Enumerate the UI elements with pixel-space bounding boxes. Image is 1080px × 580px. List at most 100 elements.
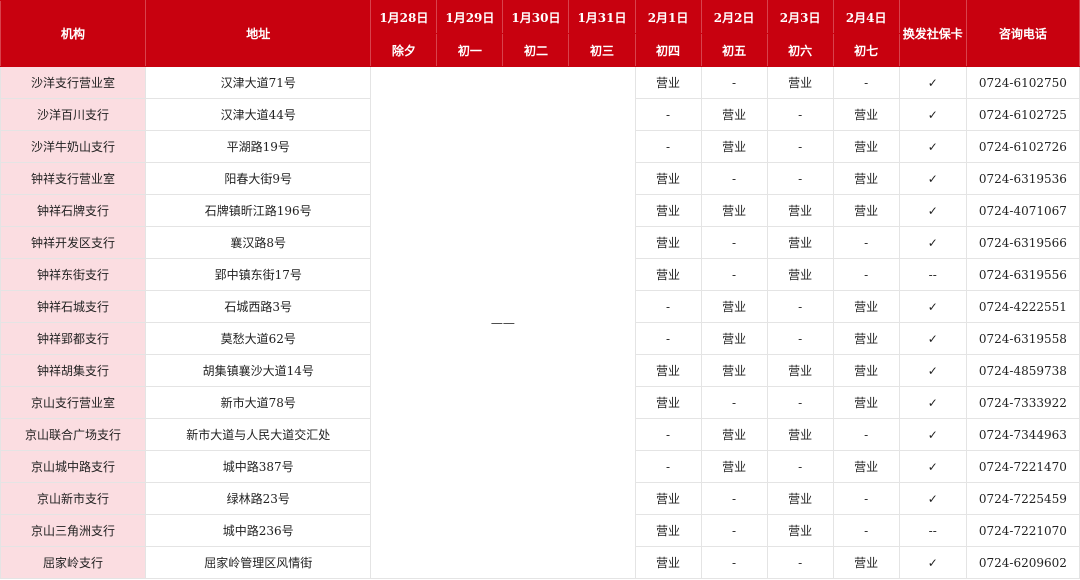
phone-cell: 0724-6209602 [965,546,1080,579]
day-status-cell: 营业 [634,194,702,227]
card-cell: ✓ [898,98,967,131]
header-date: 2月3日 [766,0,834,34]
day-status-cell: 营业 [766,194,834,227]
day-status-cell: - [700,226,768,259]
header-date: 2月4日 [832,0,900,34]
org-cell: 京山新市支行 [0,482,147,515]
address-cell: 汉津大道71号 [145,66,372,99]
day-status-cell: 营业 [634,482,702,515]
card-cell: ✓ [898,386,967,419]
address-cell: 襄汉路8号 [145,226,372,259]
phone-cell: 0724-6319558 [965,322,1080,355]
phone-cell: 0724-4071067 [965,194,1080,227]
card-cell: ✓ [898,418,967,451]
address-cell: 新市大道与人民大道交汇处 [145,418,372,451]
day-status-cell: - [634,322,702,355]
day-status-cell: - [832,514,900,547]
day-status-cell: 营业 [700,418,768,451]
org-cell: 京山联合广场支行 [0,418,147,451]
address-cell: 城中路387号 [145,450,372,483]
day-status-cell: - [832,482,900,515]
header-day: 初五 [700,33,768,67]
org-cell: 京山城中路支行 [0,450,147,483]
phone-cell: 0724-6102750 [965,66,1080,99]
header-address: 地址 [145,0,372,67]
day-status-cell: - [634,418,702,451]
org-cell: 钟祥石城支行 [0,290,147,323]
day-status-cell: 营业 [832,162,900,195]
org-cell: 钟祥郢都支行 [0,322,147,355]
header-date: 2月2日 [700,0,768,34]
phone-cell: 0724-6102726 [965,130,1080,163]
day-status-cell: 营业 [700,322,768,355]
phone-cell: 0724-7344963 [965,418,1080,451]
day-status-cell: 营业 [634,226,702,259]
org-cell: 钟祥胡集支行 [0,354,147,387]
table-header: 机构 地址 1月28日 1月29日 1月30日 1月31日 2月1日 2月2日 … [0,0,1080,67]
day-status-cell: 营业 [634,258,702,291]
day-status-cell: 营业 [832,290,900,323]
day-status-cell: 营业 [832,450,900,483]
day-status-cell: - [700,258,768,291]
header-day: 初六 [766,33,834,67]
header-date: 1月30日 [502,0,570,34]
day-status-cell: - [766,546,834,579]
day-status-cell: 营业 [832,130,900,163]
header-date: 1月28日 [370,0,438,34]
header-phone: 咨询电话 [965,0,1080,67]
phone-cell: 0724-6319566 [965,226,1080,259]
day-status-cell: 营业 [766,226,834,259]
phone-cell: 0724-7221470 [965,450,1080,483]
table-body: 沙洋支行营业室 汉津大道71号 —— 营业 - 营业 - ✓ 0724-6102750 沙洋百川支… [0,66,1080,579]
org-cell: 京山三角洲支行 [0,514,147,547]
day-status-cell: 营业 [832,98,900,131]
org-cell: 钟祥支行营业室 [0,162,147,195]
card-cell: -- [898,514,967,547]
phone-cell: 0724-7221070 [965,514,1080,547]
address-cell: 新市大道78号 [145,386,372,419]
org-cell: 钟祥石牌支行 [0,194,147,227]
org-cell: 钟祥开发区支行 [0,226,147,259]
phone-cell: 0724-7333922 [965,386,1080,419]
branch-schedule-table: 机构 地址 1月28日 1月29日 1月30日 1月31日 2月1日 2月2日 … [0,0,1080,579]
day-status-cell: - [766,450,834,483]
day-status-cell: - [832,258,900,291]
day-status-cell: - [700,546,768,579]
address-cell: 石牌镇昕江路196号 [145,194,372,227]
header-date: 1月29日 [436,0,504,34]
card-cell: ✓ [898,290,967,323]
day-status-cell: 营业 [832,194,900,227]
phone-cell: 0724-6102725 [965,98,1080,131]
address-cell: 绿林路23号 [145,482,372,515]
day-status-cell: 营业 [832,546,900,579]
address-cell: 莫愁大道62号 [145,322,372,355]
day-status-cell: 营业 [634,162,702,195]
day-status-cell: - [700,514,768,547]
header-card: 换发社保卡 [898,0,967,67]
address-cell: 城中路236号 [145,514,372,547]
header-date: 2月1日 [634,0,702,34]
card-cell: ✓ [898,482,967,515]
header-org: 机构 [0,0,147,67]
phone-cell: 0724-7225459 [965,482,1080,515]
header-day: 除夕 [370,33,438,67]
org-cell: 沙洋支行营业室 [0,66,147,99]
org-cell: 沙洋牛奶山支行 [0,130,147,163]
header-day: 初三 [568,33,636,67]
day-status-cell: 营业 [766,482,834,515]
day-status-cell: 营业 [766,66,834,99]
day-status-cell: - [832,418,900,451]
address-cell: 石城西路3号 [145,290,372,323]
card-cell: ✓ [898,194,967,227]
day-status-cell: 营业 [634,386,702,419]
day-status-cell: - [634,290,702,323]
header-date: 1月31日 [568,0,636,34]
card-cell: ✓ [898,162,967,195]
phone-cell: 0724-4222551 [965,290,1080,323]
day-status-cell: 营业 [832,354,900,387]
day-status-cell: - [766,290,834,323]
address-cell: 屈家岭管理区风情街 [145,546,372,579]
day-status-cell: 营业 [700,450,768,483]
day-status-cell: 营业 [634,354,702,387]
day-status-cell: 营业 [700,194,768,227]
